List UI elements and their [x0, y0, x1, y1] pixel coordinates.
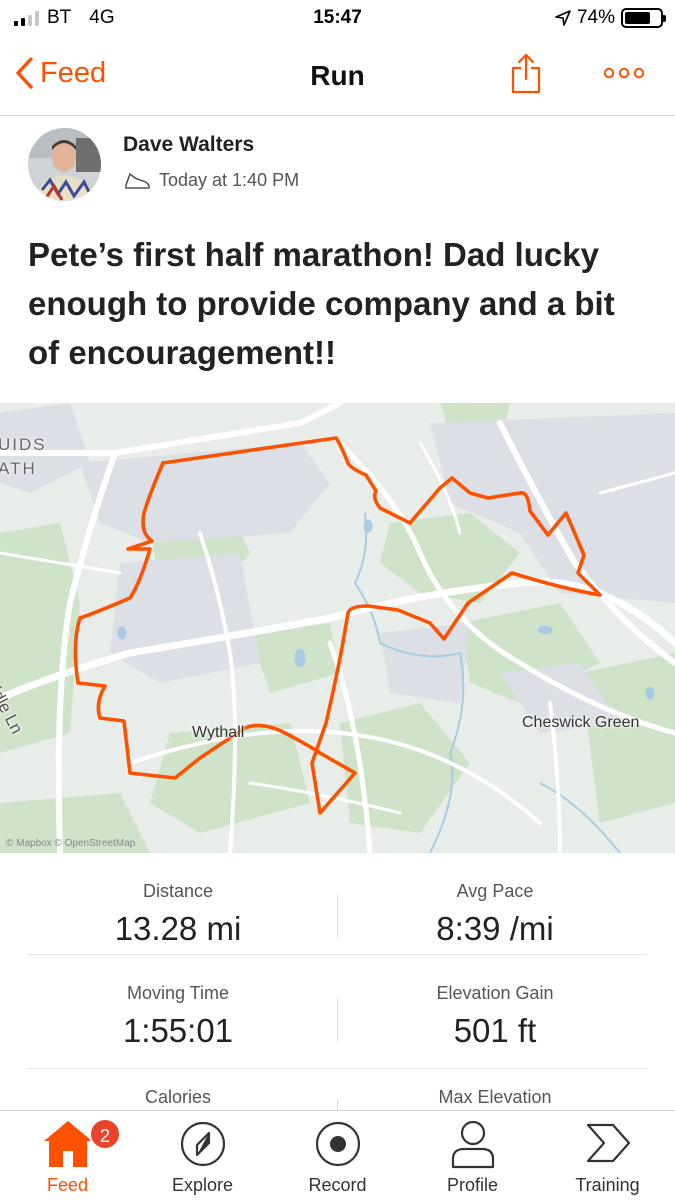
stat-label: Avg Pace — [456, 881, 534, 901]
tab-label: Explore — [171, 1175, 234, 1195]
more-icon — [603, 67, 645, 79]
stat-value: 13.28 mi — [114, 910, 242, 947]
activity-timestamp: Today at 1:40 PM — [159, 170, 300, 190]
compass-icon — [180, 1121, 225, 1167]
stat-value: 1:55:01 — [122, 1012, 234, 1049]
tab-explore[interactable]: Explore — [135, 1111, 270, 1200]
tab-bar: 2 Feed Explore Record Profile Training — [0, 1110, 675, 1200]
notification-badge: 2 — [89, 1118, 121, 1150]
stat-row: Moving Time 1:55:01 Elevation Gain 501 f… — [28, 967, 647, 1069]
tab-label: Record — [308, 1175, 367, 1195]
status-right: 74% — [555, 7, 666, 29]
stat-label: Elevation Gain — [436, 983, 554, 1003]
stat-row: Distance 13.28 mi Avg Pace 8:39 /mi — [28, 853, 647, 955]
stat-label: Distance — [142, 881, 214, 901]
tab-training[interactable]: Training — [540, 1111, 675, 1200]
avatar[interactable] — [28, 128, 101, 201]
tab-feed[interactable]: 2 Feed — [0, 1111, 135, 1200]
tab-record[interactable]: Record — [270, 1111, 405, 1200]
map-attribution[interactable]: © Mapbox © OpenStreetMap — [6, 838, 135, 849]
stat-max-elevation: Max Elevation — [345, 1087, 645, 1108]
stat-elevation-gain: Elevation Gain 501 ft — [345, 983, 645, 1050]
home-icon — [43, 1121, 92, 1167]
stat-distance: Distance 13.28 mi — [28, 881, 328, 948]
athlete-name[interactable]: Dave Walters — [123, 133, 254, 157]
map-canvas — [0, 403, 675, 853]
stat-label: Calories — [144, 1087, 212, 1107]
training-icon — [586, 1123, 630, 1163]
more-button[interactable] — [603, 66, 645, 85]
share-icon — [511, 53, 541, 94]
map-label-cheswick-green: Cheswick Green — [522, 714, 640, 731]
activity-title: Pete’s first half marathon! Dad lucky en… — [28, 236, 615, 371]
nav-bar: Feed Run — [0, 38, 675, 116]
shoe-icon — [125, 172, 150, 189]
record-icon — [315, 1121, 360, 1167]
stat-label: Max Elevation — [438, 1087, 552, 1107]
activity-meta: Today at 1:40 PM — [123, 170, 299, 191]
status-bar: BT 4G 15:47 74% — [0, 0, 675, 38]
tab-label: Training — [575, 1175, 640, 1195]
stat-label: Moving Time — [126, 983, 230, 1003]
map-label-wythall: Wythall — [192, 724, 245, 741]
stat-calories: Calories — [28, 1087, 328, 1108]
tab-label: Profile — [446, 1175, 499, 1195]
tab-profile[interactable]: Profile — [405, 1111, 540, 1200]
stat-divider — [337, 997, 338, 1041]
person-icon — [451, 1120, 494, 1169]
route-map[interactable]: UIDS ATH Middle Ln Wythall Cheswick Gree… — [0, 403, 675, 853]
map-label-druids-heath: UIDS ATH — [0, 435, 47, 478]
stat-avg-pace: Avg Pace 8:39 /mi — [345, 881, 645, 948]
location-arrow-icon — [555, 10, 571, 26]
stat-value: 8:39 /mi — [436, 910, 554, 947]
share-button[interactable] — [510, 53, 542, 100]
battery-icon — [621, 8, 666, 28]
stat-divider — [337, 895, 338, 939]
battery-percent: 74% — [576, 7, 615, 28]
tab-label: Feed — [46, 1175, 89, 1195]
page-title: Run — [310, 60, 365, 91]
stat-value: 501 ft — [453, 1012, 537, 1049]
stat-moving-time: Moving Time 1:55:01 — [28, 983, 328, 1050]
